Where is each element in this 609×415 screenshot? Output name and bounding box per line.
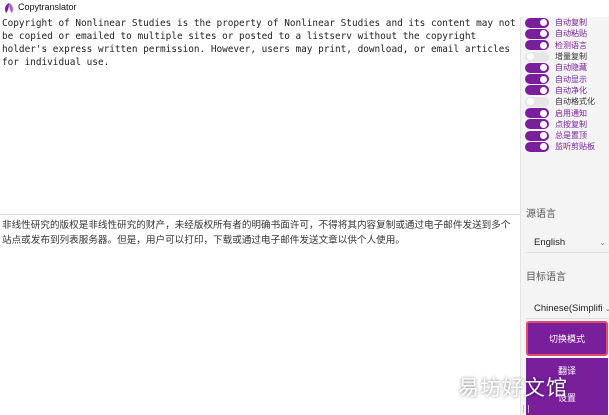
chevron-down-icon: ⌄ [599,238,606,247]
target-language-select[interactable]: Chinese(Simplifi ⌄ [526,299,609,319]
toggle-switch[interactable] [525,85,549,96]
pane-divider[interactable] [0,214,520,215]
option-row[interactable]: 点按复制 [525,119,609,130]
window-title: Copytranslator [18,2,77,12]
option-row[interactable]: 检测语言 [525,40,609,51]
option-row[interactable]: 增量复制 [525,51,609,62]
toggle-switch[interactable] [525,130,549,141]
option-label: 自动复制 [555,18,587,28]
option-label: 自动格式化 [555,97,595,107]
option-toggle-list: 自动复制 自动粘贴 检测语言增量复制 自动隐藏 自动显示 自动净化自动格式化 启用通知 点按复… [525,17,609,153]
switch-mode-button[interactable]: 切换模式 [526,321,608,356]
option-row[interactable]: 自动复制 [525,17,609,28]
option-row[interactable]: 自动净化 [525,85,609,96]
toggle-switch[interactable] [525,40,549,51]
source-text[interactable]: Copyright of Nonlinear Studies is the pr… [0,17,520,69]
option-label: 增量复制 [555,52,587,62]
source-language-value: English [534,237,566,248]
source-text-area[interactable]: Copyright of Nonlinear Studies is the pr… [0,17,520,214]
toggle-switch[interactable] [525,28,549,39]
toggle-switch[interactable] [525,51,549,62]
option-label: 监听剪贴板 [555,142,595,152]
target-language-label: 目标语言 [526,272,566,283]
source-language-label: 源语言 [526,209,556,220]
title-bar: Copytranslator [0,0,609,17]
toggle-switch[interactable] [525,119,549,130]
translated-text[interactable]: 非线性研究的版权是非线性研究的财产，未经版权所有者的明确书面许可，不得将其内容复… [0,216,520,250]
target-text-area[interactable]: 非线性研究的版权是非线性研究的财产，未经版权所有者的明确书面许可，不得将其内容复… [0,216,520,415]
option-label: 自动净化 [555,85,587,95]
toggle-switch[interactable] [525,62,549,73]
target-language-value: Chinese(Simplifi [534,303,603,314]
option-label: 点按复制 [555,119,587,129]
option-row[interactable]: 总是置顶 [525,130,609,141]
option-row[interactable]: 自动隐藏 [525,62,609,73]
option-label: 检测语言 [555,40,587,50]
option-label: 自动隐藏 [555,63,587,73]
option-row[interactable]: 自动显示 [525,73,609,85]
toggle-switch[interactable] [525,96,549,107]
option-label: 总是置顶 [555,131,587,141]
option-label: 自动显示 [555,74,587,84]
option-row[interactable]: 启用通知 [525,107,609,119]
settings-sidebar: 自动复制 自动粘贴 检测语言增量复制 自动隐藏 自动显示 自动净化自动格式化 启用通知 点按复… [520,17,609,415]
option-row[interactable]: 自动粘贴 [525,28,609,39]
chevron-down-icon: ⌄ [605,304,609,313]
option-label: 自动粘贴 [555,29,587,39]
resize-grip[interactable] [523,405,529,413]
toggle-switch[interactable] [525,17,549,28]
watermark: 易坊好文馆 [458,376,568,400]
option-row[interactable]: 自动格式化 [525,96,609,107]
source-language-select[interactable]: English ⌄ [526,233,609,253]
copytranslator-logo-icon [5,3,13,13]
toggle-switch[interactable] [525,141,549,152]
toggle-switch[interactable] [525,74,549,85]
toggle-switch[interactable] [525,108,549,119]
option-label: 启用通知 [555,108,587,118]
option-row[interactable]: 监听剪贴板 [525,141,609,152]
